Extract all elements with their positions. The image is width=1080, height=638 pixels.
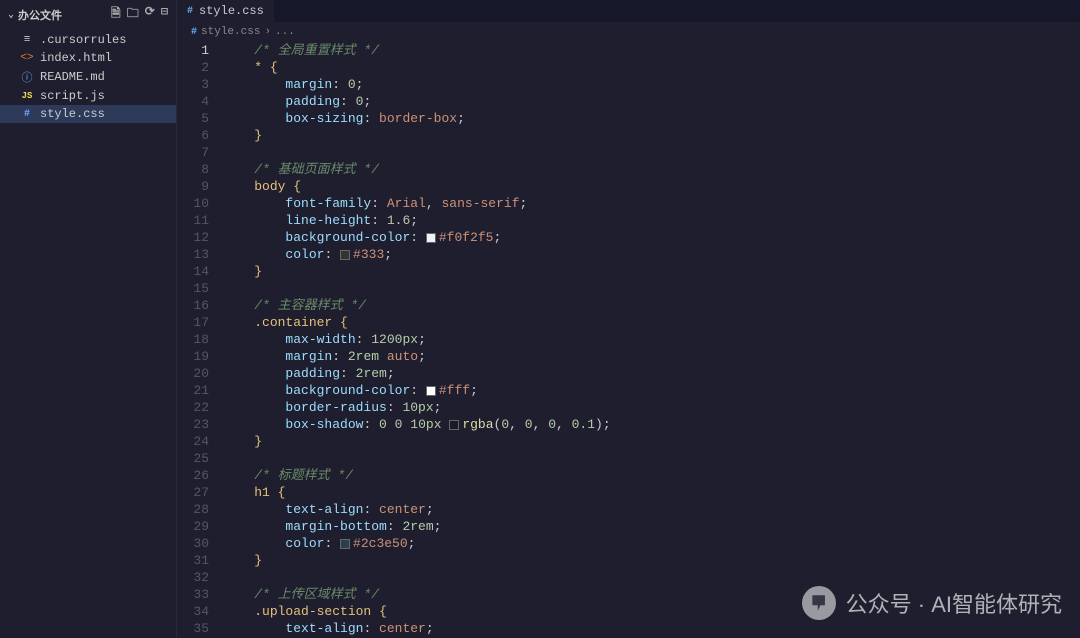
code-content[interactable]: /* 全局重置样式 */ * { margin: 0; padding: 0; … <box>223 42 1080 638</box>
collapse-icon[interactable]: ⊟ <box>161 4 168 25</box>
explorer-actions: 🗎 🗀 ⟳ ⊟ <box>111 4 168 25</box>
code-editor[interactable]: 1234567891011121314151617181920212223242… <box>177 42 1080 638</box>
file-list: ≡ .cursorrules <> index.html ⓘ README.md JS scr… <box>0 29 176 123</box>
file-name: style.css <box>40 107 105 121</box>
settings-file-icon: ≡ <box>20 34 34 46</box>
css-file-icon: # <box>191 27 197 38</box>
tab-style-css[interactable]: # style.css <box>177 0 275 22</box>
breadcrumb-sep: › <box>264 26 271 38</box>
info-file-icon: ⓘ <box>20 69 34 85</box>
file-item-README-md[interactable]: ⓘ README.md <box>0 67 176 87</box>
breadcrumb[interactable]: # style.css › ... <box>177 22 1080 42</box>
css-file-icon: # <box>20 109 34 120</box>
explorer-header[interactable]: ⌄ 办公文件 🗎 🗀 ⟳ ⊟ <box>0 0 176 29</box>
chevron-down-icon: ⌄ <box>8 9 14 21</box>
file-item-index-html[interactable]: <> index.html <box>0 49 176 67</box>
editor-main: # style.css # style.css › ... 1234567891… <box>177 0 1080 638</box>
new-folder-icon[interactable]: 🗀 <box>127 4 139 25</box>
line-number-gutter: 1234567891011121314151617181920212223242… <box>177 42 223 638</box>
tab-bar: # style.css <box>177 0 1080 22</box>
breadcrumb-file: style.css <box>201 26 260 38</box>
file-name: README.md <box>40 70 105 84</box>
file-item--cursorrules[interactable]: ≡ .cursorrules <box>0 31 176 49</box>
js-file-icon: JS <box>20 91 34 101</box>
folder-name: 办公文件 <box>18 7 62 23</box>
tab-label: style.css <box>199 4 264 18</box>
file-name: index.html <box>40 51 112 65</box>
breadcrumb-rest: ... <box>275 26 295 38</box>
file-item-style-css[interactable]: # style.css <box>0 105 176 123</box>
file-name: script.js <box>40 89 105 103</box>
html-file-icon: <> <box>20 52 34 64</box>
file-item-script-js[interactable]: JS script.js <box>0 87 176 105</box>
css-file-icon: # <box>187 6 193 17</box>
new-file-icon[interactable]: 🗎 <box>111 4 121 25</box>
file-name: .cursorrules <box>40 33 126 47</box>
refresh-icon[interactable]: ⟳ <box>145 4 155 25</box>
file-explorer-sidebar: ⌄ 办公文件 🗎 🗀 ⟳ ⊟ ≡ .cursorrules <> index.html… <box>0 0 177 638</box>
